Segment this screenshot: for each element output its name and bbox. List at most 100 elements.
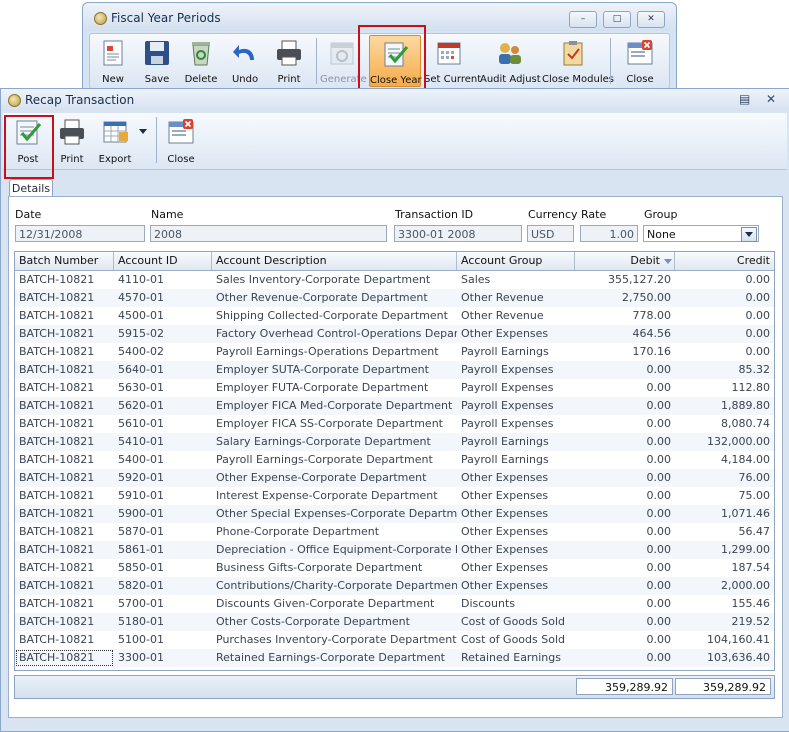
batch-number-cell[interactable]: BATCH-10821 bbox=[15, 451, 114, 469]
col-debit[interactable]: Debit bbox=[575, 252, 675, 270]
rate-field[interactable]: 1.00 bbox=[580, 225, 638, 242]
col-credit[interactable]: Credit bbox=[675, 252, 774, 270]
account-description-cell[interactable]: Depreciation - Office Equipment-Corporat… bbox=[212, 541, 457, 559]
debit-cell[interactable]: 0.00 bbox=[575, 397, 675, 415]
recap-window-titlebar[interactable]: Recap Transaction ▤ ✕ bbox=[1, 89, 789, 111]
fiscal-close-button[interactable]: Close bbox=[617, 35, 663, 87]
account-description-cell[interactable]: Purchases Inventory-Corporate Department bbox=[212, 631, 457, 649]
close-window-button[interactable]: ✕ bbox=[637, 11, 665, 28]
account-id-cell[interactable]: 5870-01 bbox=[114, 523, 212, 541]
credit-cell[interactable]: 1,299.00 bbox=[675, 541, 774, 559]
account-description-cell[interactable]: Retained Earnings-Corporate Department bbox=[212, 649, 457, 667]
batch-number-cell[interactable]: BATCH-10821 bbox=[15, 325, 114, 343]
save-button[interactable]: Save bbox=[137, 35, 177, 87]
account-group-cell[interactable]: Other Revenue bbox=[457, 307, 575, 325]
table-row[interactable]: BATCH-10821 5630-01 Employer FUTA-Corporat… bbox=[15, 379, 774, 397]
account-description-cell[interactable]: Other Expense-Corporate Department bbox=[212, 469, 457, 487]
debit-cell[interactable]: 0.00 bbox=[575, 649, 675, 667]
account-group-cell[interactable]: Retained Earnings bbox=[457, 649, 575, 667]
table-row[interactable]: BATCH-10821 4500-01 Shipping Collected-Cor… bbox=[15, 307, 774, 325]
batch-number-cell[interactable]: BATCH-10821 bbox=[15, 631, 114, 649]
debit-cell[interactable]: 0.00 bbox=[575, 523, 675, 541]
credit-cell[interactable]: 75.00 bbox=[675, 487, 774, 505]
table-row[interactable]: BATCH-10821 5920-01 Other Expense-Corporat… bbox=[15, 469, 774, 487]
debit-cell[interactable]: 0.00 bbox=[575, 469, 675, 487]
table-row[interactable]: BATCH-10821 5100-01 Purchases Inventory-Co… bbox=[15, 631, 774, 649]
account-id-cell[interactable]: 4110-01 bbox=[114, 271, 212, 289]
debit-cell[interactable]: 0.00 bbox=[575, 379, 675, 397]
account-group-cell[interactable]: Payroll Earnings bbox=[457, 451, 575, 469]
batch-number-cell[interactable]: BATCH-10821 bbox=[15, 559, 114, 577]
minimize-button[interactable]: – bbox=[569, 11, 597, 28]
account-description-cell[interactable]: Business Gifts-Corporate Department bbox=[212, 559, 457, 577]
account-description-cell[interactable]: Interest Expense-Corporate Department bbox=[212, 487, 457, 505]
credit-cell[interactable]: 187.54 bbox=[675, 559, 774, 577]
batch-number-cell[interactable]: BATCH-10821 bbox=[15, 415, 114, 433]
col-account-id[interactable]: Account ID bbox=[114, 252, 212, 270]
table-row[interactable]: BATCH-10821 5915-02 Factory Overhead Contr… bbox=[15, 325, 774, 343]
credit-cell[interactable]: 0.00 bbox=[675, 307, 774, 325]
account-id-cell[interactable]: 5400-02 bbox=[114, 343, 212, 361]
chevron-down-icon[interactable] bbox=[741, 227, 757, 242]
account-description-cell[interactable]: Salary Earnings-Corporate Department bbox=[212, 433, 457, 451]
account-description-cell[interactable]: Other Special Expenses-Corporate Departm… bbox=[212, 505, 457, 523]
debit-cell[interactable]: 0.00 bbox=[575, 577, 675, 595]
account-group-cell[interactable]: Cost of Goods Sold bbox=[457, 631, 575, 649]
debit-cell[interactable]: 0.00 bbox=[575, 415, 675, 433]
batch-number-cell[interactable]: BATCH-10821 bbox=[15, 487, 114, 505]
credit-cell[interactable]: 112.80 bbox=[675, 379, 774, 397]
batch-number-cell[interactable]: BATCH-10821 bbox=[15, 343, 114, 361]
credit-cell[interactable]: 85.32 bbox=[675, 361, 774, 379]
batch-number-cell[interactable]: BATCH-10821 bbox=[15, 541, 114, 559]
account-description-cell[interactable]: Payroll Earnings-Operations Department bbox=[212, 343, 457, 361]
account-description-cell[interactable]: Factory Overhead Control-Operations Depa… bbox=[212, 325, 457, 343]
debit-cell[interactable]: 0.00 bbox=[575, 487, 675, 505]
account-group-cell[interactable]: Payroll Expenses bbox=[457, 415, 575, 433]
account-description-cell[interactable]: Employer FICA SS-Corporate Department bbox=[212, 415, 457, 433]
account-id-cell[interactable]: 5620-01 bbox=[114, 397, 212, 415]
table-row[interactable]: BATCH-10821 4110-01 Sales Inventory-Corpor… bbox=[15, 271, 774, 289]
account-description-cell[interactable]: Other Revenue-Corporate Department bbox=[212, 289, 457, 307]
account-description-cell[interactable]: Other Costs-Corporate Department bbox=[212, 613, 457, 631]
table-row[interactable]: BATCH-10821 5870-01 Phone-Corporate Depart… bbox=[15, 523, 774, 541]
debit-cell[interactable]: 0.00 bbox=[575, 613, 675, 631]
batch-number-cell[interactable]: BATCH-10821 bbox=[15, 613, 114, 631]
batch-number-cell[interactable]: BATCH-10821 bbox=[15, 307, 114, 325]
account-id-cell[interactable]: 5610-01 bbox=[114, 415, 212, 433]
account-group-cell[interactable]: Other Expenses bbox=[457, 487, 575, 505]
table-row[interactable]: BATCH-10821 3300-01 Retained Earnings-Corp… bbox=[15, 649, 774, 667]
table-row[interactable]: BATCH-10821 5620-01 Employer FICA Med-Corp… bbox=[15, 397, 774, 415]
account-id-cell[interactable]: 5850-01 bbox=[114, 559, 212, 577]
credit-cell[interactable]: 155.46 bbox=[675, 595, 774, 613]
account-description-cell[interactable]: Phone-Corporate Department bbox=[212, 523, 457, 541]
col-account-group[interactable]: Account Group bbox=[457, 252, 575, 270]
account-group-cell[interactable]: Payroll Expenses bbox=[457, 361, 575, 379]
account-group-cell[interactable]: Other Expenses bbox=[457, 577, 575, 595]
print-button[interactable]: Print bbox=[269, 35, 309, 87]
table-row[interactable]: BATCH-10821 5700-01 Discounts Given-Corpor… bbox=[15, 595, 774, 613]
credit-cell[interactable]: 1,889.80 bbox=[675, 397, 774, 415]
debit-cell[interactable]: 170.16 bbox=[575, 343, 675, 361]
debit-cell[interactable]: 0.00 bbox=[575, 433, 675, 451]
currency-field[interactable]: USD bbox=[527, 225, 574, 242]
account-id-cell[interactable]: 5100-01 bbox=[114, 631, 212, 649]
restore-button[interactable]: ▤ bbox=[739, 92, 750, 106]
credit-cell[interactable]: 132,000.00 bbox=[675, 433, 774, 451]
batch-number-cell[interactable]: BATCH-10821 bbox=[15, 469, 114, 487]
table-row[interactable]: BATCH-10821 5900-01 Other Special Expenses… bbox=[15, 505, 774, 523]
recap-close-x-button[interactable]: ✕ bbox=[766, 92, 776, 106]
account-group-cell[interactable]: Payroll Earnings bbox=[457, 433, 575, 451]
col-account-description[interactable]: Account Description bbox=[212, 252, 457, 270]
account-id-cell[interactable]: 4500-01 bbox=[114, 307, 212, 325]
undo-button[interactable]: Undo bbox=[225, 35, 265, 87]
close-modules-button[interactable]: Close Modules bbox=[542, 35, 614, 87]
account-group-cell[interactable]: Other Expenses bbox=[457, 469, 575, 487]
table-row[interactable]: BATCH-10821 5910-01 Interest Expense-Corpo… bbox=[15, 487, 774, 505]
table-row[interactable]: BATCH-10821 5820-01 Contributions/Charity-… bbox=[15, 577, 774, 595]
account-id-cell[interactable]: 5915-02 bbox=[114, 325, 212, 343]
credit-cell[interactable]: 103,636.40 bbox=[675, 649, 774, 667]
account-description-cell[interactable]: Sales Inventory-Corporate Department bbox=[212, 271, 457, 289]
table-row[interactable]: BATCH-10821 5400-01 Payroll Earnings-Corpo… bbox=[15, 451, 774, 469]
account-group-cell[interactable]: Other Expenses bbox=[457, 559, 575, 577]
account-id-cell[interactable]: 5400-01 bbox=[114, 451, 212, 469]
